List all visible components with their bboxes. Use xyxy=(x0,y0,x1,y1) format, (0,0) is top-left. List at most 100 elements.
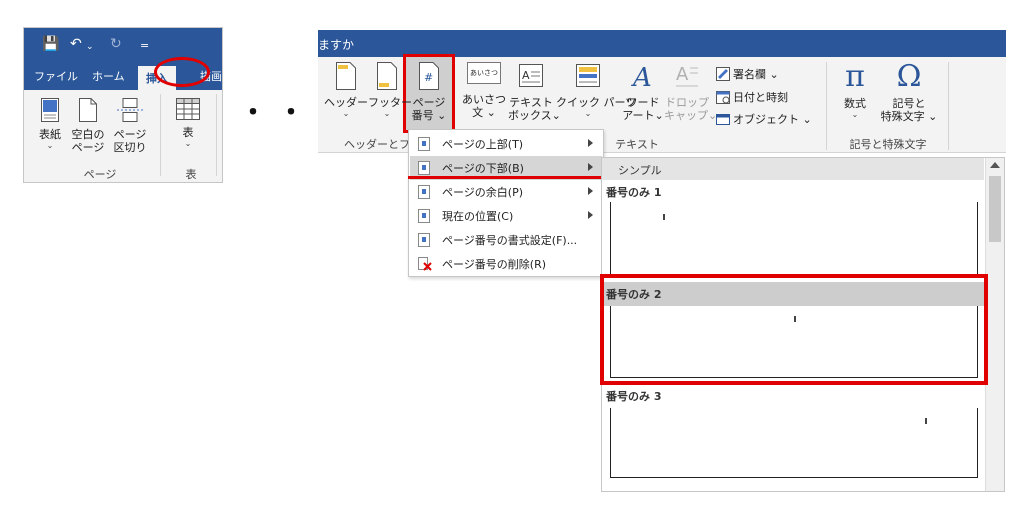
cover-page-label: 表紙 xyxy=(39,128,61,141)
menu-item-top-of-page[interactable]: ページの上部(T) xyxy=(410,132,602,156)
menu-item-current-position[interactable]: 現在の位置(C) xyxy=(410,204,602,228)
hash-glyph: # xyxy=(424,71,433,84)
tab-home[interactable]: ホーム xyxy=(92,68,125,84)
svg-text:A: A xyxy=(522,69,530,82)
greeting-label-1: あいさつ xyxy=(462,93,506,106)
greeting-button[interactable]: あいさつ あいさつ 文 ⌄ xyxy=(462,62,506,119)
dropcap-icon: A xyxy=(664,62,710,93)
textbox-icon: A xyxy=(508,62,554,93)
table-button[interactable]: 表 ⌄ xyxy=(170,98,206,148)
dropcap-label-1: ドロップ xyxy=(665,96,709,109)
equation-button[interactable]: π 数式 ⌄ xyxy=(834,59,876,120)
header-icon xyxy=(324,62,368,93)
highlight-ellipse xyxy=(154,57,210,87)
blank-page-icon xyxy=(70,98,106,125)
footer-label: フッター xyxy=(368,96,412,109)
object-label: オブジェクト ⌄ xyxy=(733,113,812,126)
greeting-label-2: 文 ⌄ xyxy=(472,106,496,119)
page-break-button[interactable]: ページ 区切り xyxy=(110,98,150,154)
textbox-button[interactable]: A テキスト ボックス⌄ xyxy=(508,62,561,122)
page-break-label-2: 区切り xyxy=(113,141,147,154)
signature-line-button[interactable]: 署名欄 ⌄ xyxy=(716,66,779,82)
submenu-arrow-icon xyxy=(588,187,593,195)
submenu-arrow-icon xyxy=(588,163,593,171)
group-divider xyxy=(948,62,949,150)
menu-item-label: ページ番号の書式設定(F)... xyxy=(442,234,578,247)
group-label-header-footer: ヘッダーとフッ xyxy=(344,138,421,151)
submenu-arrow-icon xyxy=(588,211,593,219)
page-number-mark xyxy=(925,418,927,424)
menu-item-page-margins[interactable]: ページの余白(P) xyxy=(410,180,602,204)
menu-item-remove-page-numbers[interactable]: ページ番号の削除(R) xyxy=(410,252,602,276)
table-label: 表 xyxy=(182,126,194,139)
header-label: ヘッダー xyxy=(324,96,368,109)
gallery-item-label: 番号のみ 3 xyxy=(606,390,662,403)
redo-icon[interactable]: ↻ xyxy=(110,36,122,52)
wordart-button[interactable]: A ワード アート⌄ xyxy=(622,62,664,122)
current-position-icon xyxy=(418,209,430,223)
page-number-button[interactable]: # ページ 番号 ⌄ xyxy=(406,62,452,122)
page-break-label-1: ページ xyxy=(113,128,147,141)
group-divider xyxy=(160,94,161,176)
pi-icon: π xyxy=(845,59,865,94)
svg-text:A: A xyxy=(676,64,689,85)
dropcap-button[interactable]: A ドロップ キャップ⌄ xyxy=(664,62,717,122)
symbol-label-1: 記号と xyxy=(892,97,926,110)
menu-item-label: ページ番号の削除(R) xyxy=(442,258,547,271)
object-button[interactable]: オブジェクト ⌄ xyxy=(716,111,812,127)
object-icon xyxy=(716,114,730,125)
table-icon xyxy=(170,98,206,123)
scroll-up-icon[interactable] xyxy=(990,162,1000,168)
page-number-label-2: 番号 ⌄ xyxy=(411,109,447,122)
selection-highlight-box xyxy=(600,274,988,385)
chevron-down-icon: ⌄ xyxy=(46,141,54,150)
tell-me-text[interactable]: ますか xyxy=(318,36,354,53)
top-of-page-icon xyxy=(418,137,430,151)
group-label-table: 表 xyxy=(185,168,197,181)
calendar-icon xyxy=(716,91,730,104)
symbol-label-2: 特殊文字 ⌄ xyxy=(880,110,938,123)
menu-highlight-underline xyxy=(408,176,602,179)
chevron-down-icon: ⌄ xyxy=(184,139,192,148)
menu-item-format-page-numbers[interactable]: ページ番号の書式設定(F)... xyxy=(410,228,602,252)
header-button[interactable]: ヘッダー ⌄ xyxy=(324,62,368,118)
quick-parts-button[interactable]: クイック パーツ ⌄ xyxy=(556,62,636,118)
wordart-icon: A xyxy=(622,62,664,93)
footer-button[interactable]: フッター ⌄ xyxy=(368,62,412,118)
wordart-label-2: アート⌄ xyxy=(622,109,664,122)
page-number-icon: # xyxy=(406,62,452,93)
customize-qat-icon[interactable]: = xyxy=(140,38,149,54)
remove-page-numbers-icon xyxy=(418,257,432,271)
save-icon[interactable]: 💾 xyxy=(42,36,59,52)
scroll-thumb[interactable] xyxy=(989,176,1001,242)
cover-page-button[interactable]: 表紙 ⌄ xyxy=(32,98,68,150)
date-time-button[interactable]: 日付と時刻 xyxy=(716,89,788,105)
group-divider xyxy=(826,62,827,150)
omega-icon: Ω xyxy=(896,59,922,94)
tab-file[interactable]: ファイル xyxy=(34,68,78,84)
menu-item-label: 現在の位置(C) xyxy=(442,210,514,223)
chevron-down-icon: ⌄ xyxy=(342,109,350,118)
group-divider xyxy=(216,94,217,176)
group-label-text: テキスト xyxy=(615,138,659,151)
symbol-button[interactable]: Ω 記号と 特殊文字 ⌄ xyxy=(880,59,938,124)
blank-page-button[interactable]: 空白の ページ xyxy=(70,98,106,154)
page-number-label-1: ページ xyxy=(412,96,446,109)
menu-item-label: ページの上部(T) xyxy=(442,138,524,151)
page-margins-icon xyxy=(418,185,430,199)
date-time-label: 日付と時刻 xyxy=(733,91,788,104)
group-label-pages: ページ xyxy=(83,168,117,181)
gallery-item-label: 番号のみ 1 xyxy=(606,186,662,199)
gallery-item-plain-number-1[interactable] xyxy=(610,202,978,274)
textbox-label-1: テキスト xyxy=(509,96,553,109)
signature-icon xyxy=(716,67,730,81)
gallery-item-plain-number-3[interactable] xyxy=(610,408,978,478)
page-number-menu: ページの上部(T) ページの下部(B) ページの余白(P) 現在の位置(C) ペ… xyxy=(408,129,604,277)
page-number-mark xyxy=(663,214,665,220)
chevron-down-icon[interactable]: ⌄ xyxy=(86,39,94,55)
page-break-icon xyxy=(110,98,150,125)
chevron-down-icon: ⌄ xyxy=(383,109,391,118)
bottom-of-page-icon xyxy=(418,161,430,175)
blank-page-label-1: 空白の xyxy=(71,128,105,141)
undo-icon[interactable]: ↶ xyxy=(70,36,82,52)
